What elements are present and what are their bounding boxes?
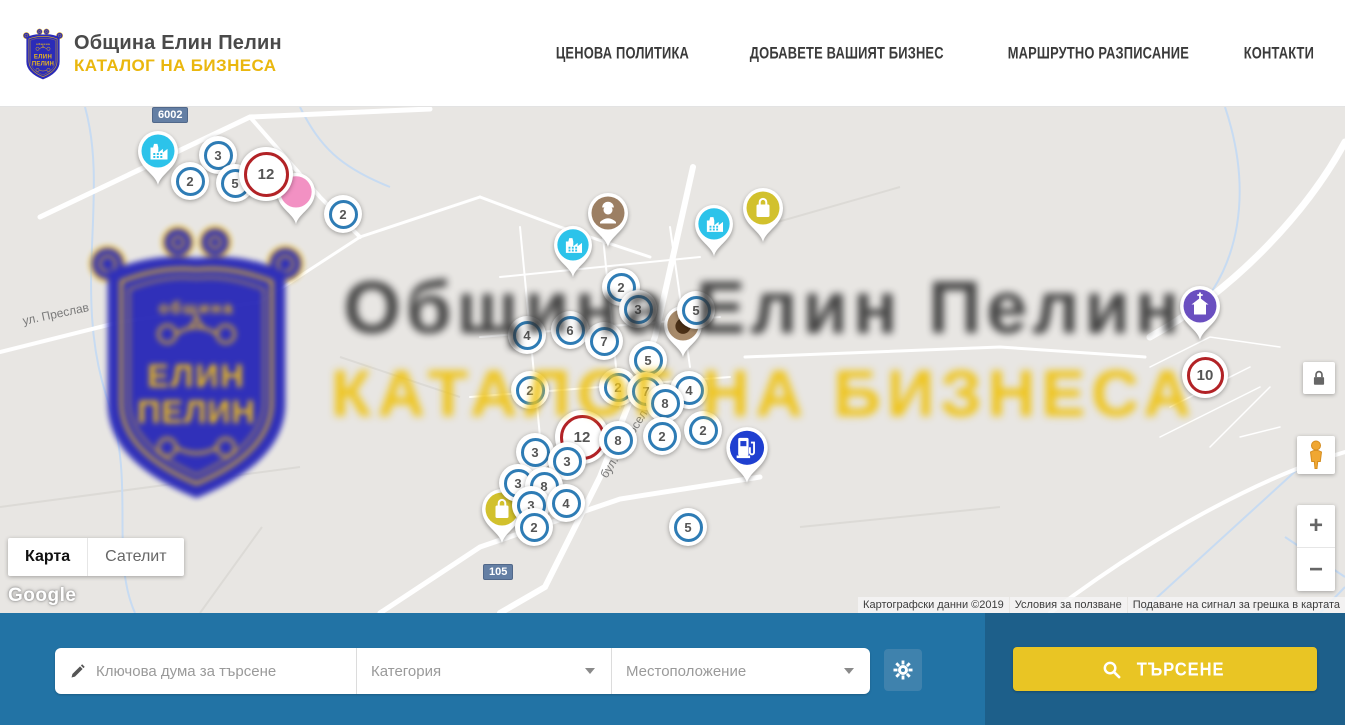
search-button[interactable]: ТЪРСЕНЕ <box>1013 647 1317 691</box>
cluster-marker[interactable]: 2 <box>324 195 362 233</box>
google-logo[interactable]: Google <box>8 585 76 607</box>
location-select-value: Местоположение <box>626 663 746 680</box>
site-title: Община Елин Пелин <box>74 32 282 55</box>
pegman-icon <box>1304 440 1328 470</box>
report-map-error-link[interactable]: Подаване на сигнал за грешка в картата <box>1128 597 1345 613</box>
cluster-marker[interactable]: 2 <box>684 411 722 449</box>
map-type-satellite-button[interactable]: Сателит <box>87 538 183 576</box>
main-nav: ЦЕНОВА ПОЛИТИКА ДОБАВЕТЕ ВАШИЯТ БИЗНЕС М… <box>545 0 1320 107</box>
zoom-control: + − <box>1297 505 1335 591</box>
cluster-marker[interactable]: 5 <box>677 291 715 329</box>
cluster-marker[interactable]: 6 <box>551 311 589 349</box>
brand: Община Елин Пелин КАТАЛОГ НА БИЗНЕСА <box>22 26 282 81</box>
terms-of-use-link[interactable]: Условия за ползване <box>1010 597 1127 613</box>
map-canvas[interactable]: 6002105 ул. Преславбул. „Новосел 3251222… <box>0 107 1345 613</box>
street-view-lock-button[interactable] <box>1303 362 1335 394</box>
search-button-panel: ТЪРСЕНЕ <box>985 613 1345 725</box>
header: Община Елин Пелин КАТАЛОГ НА БИЗНЕСА ЦЕН… <box>0 0 1345 107</box>
cluster-marker[interactable]: 2 <box>643 417 681 455</box>
gear-icon <box>893 660 913 680</box>
nav-add-your-business[interactable]: ДОБАВЕТЕ ВАШИЯТ БИЗНЕС <box>750 44 944 62</box>
municipality-crest-logo <box>22 26 64 81</box>
category-select-value: Категория <box>371 663 441 680</box>
search-button-label: ТЪРСЕНЕ <box>1137 658 1225 680</box>
chevron-down-icon <box>844 668 854 674</box>
location-select[interactable]: Местоположение <box>612 648 870 694</box>
cluster-marker[interactable]: 10 <box>1182 352 1228 398</box>
map-cluster-layer: 325122235647522748128223338342510 <box>0 107 1345 613</box>
advanced-options-button[interactable] <box>884 649 922 691</box>
cluster-marker[interactable]: 2 <box>515 508 553 546</box>
cluster-marker[interactable]: 2 <box>511 371 549 409</box>
map-type-map-button[interactable]: Карта <box>8 538 87 576</box>
map-type-control: Карта Сателит <box>8 538 184 576</box>
search-fields: Категория Местоположение <box>55 648 870 694</box>
nav-contacts[interactable]: КОНТАКТИ <box>1244 44 1314 62</box>
cluster-marker[interactable]: 7 <box>585 322 623 360</box>
pegman-control[interactable] <box>1297 436 1335 474</box>
attribution-copyright: Картографски данни ©2019 <box>858 597 1009 613</box>
category-select[interactable]: Категория <box>357 648 612 694</box>
keyword-field[interactable] <box>55 648 357 694</box>
cluster-marker[interactable]: 3 <box>619 290 657 328</box>
map-attribution: Картографски данни ©2019 Условия за полз… <box>857 597 1345 613</box>
zoom-out-button[interactable]: − <box>1297 548 1335 591</box>
nav-pricing-policy[interactable]: ЦЕНОВА ПОЛИТИКА <box>556 44 689 62</box>
lock-icon <box>1308 367 1330 389</box>
site-subtitle: КАТАЛОГ НА БИЗНЕСА <box>74 56 282 76</box>
cluster-marker[interactable]: 4 <box>547 484 585 522</box>
search-bar: Категория Местоположение <box>0 613 1345 725</box>
pencil-icon <box>69 663 86 680</box>
cluster-marker[interactable]: 12 <box>239 147 293 201</box>
cluster-marker[interactable]: 2 <box>171 162 209 200</box>
search-icon <box>1102 660 1121 679</box>
chevron-down-icon <box>585 668 595 674</box>
nav-route-schedule[interactable]: МАРШРУТНО РАЗПИСАНИЕ <box>1008 44 1189 62</box>
keyword-input[interactable] <box>96 663 342 680</box>
cluster-marker[interactable]: 5 <box>669 508 707 546</box>
cluster-marker[interactable]: 4 <box>508 316 546 354</box>
zoom-in-button[interactable]: + <box>1297 505 1335 548</box>
cluster-marker[interactable]: 8 <box>599 421 637 459</box>
